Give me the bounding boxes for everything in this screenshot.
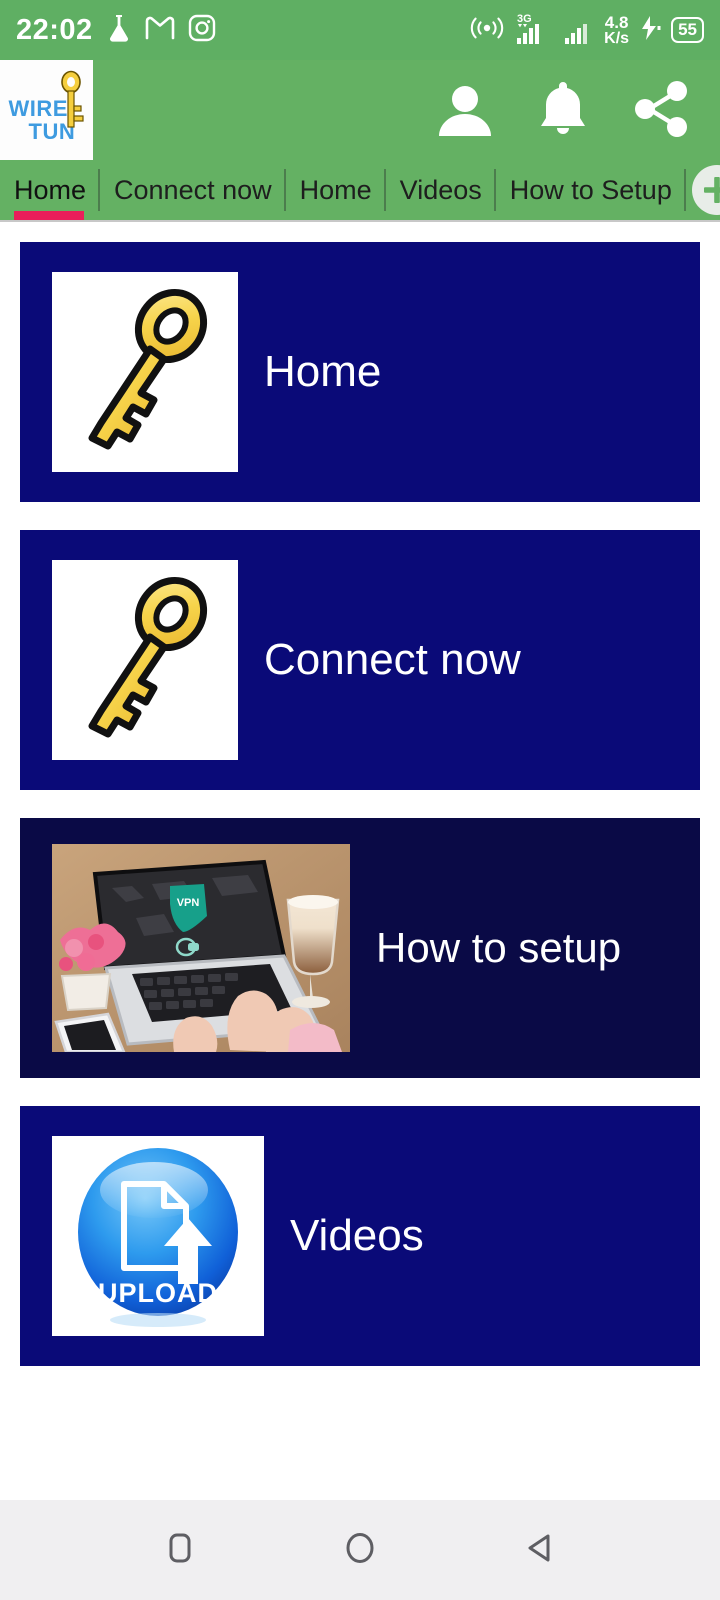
share-button[interactable] xyxy=(630,80,692,141)
share-icon xyxy=(630,80,692,141)
tab-label: Connect now xyxy=(114,174,272,205)
instagram-icon xyxy=(188,14,216,47)
card-connect-now[interactable]: Connect now xyxy=(20,530,700,790)
tab-label: Home xyxy=(14,174,87,205)
app-bar-actions xyxy=(434,60,720,160)
app-root: 22:02 3G 4.8 K/s 55 WIRE TUN Home Connec… xyxy=(0,0,720,1600)
vpn-laptop-photo: VPN xyxy=(52,844,350,1052)
gold-key-image xyxy=(52,272,238,472)
active-tab-indicator xyxy=(14,211,84,220)
svg-text:VPN: VPN xyxy=(177,897,200,909)
status-clock: 22:02 xyxy=(16,13,93,46)
upload-sphere-image: UPLOAD xyxy=(52,1136,264,1336)
signal-3g-icon: 3G xyxy=(516,11,554,50)
tab-label: Home xyxy=(299,174,372,205)
add-tab-button[interactable] xyxy=(686,160,720,220)
card-home[interactable]: Home xyxy=(20,242,700,502)
tab-bar: Home Connect now Home Videos How to Setu… xyxy=(0,160,720,222)
tab-videos[interactable]: Videos xyxy=(386,160,496,220)
notifications-icon xyxy=(534,78,592,143)
card-label: Connect now xyxy=(264,634,521,684)
android-nav-bar xyxy=(0,1500,720,1600)
card-label: How to setup xyxy=(376,923,622,971)
card-list: Home Connect now VPN How to setup UPLOAD… xyxy=(0,222,720,1500)
tab-label: How to Setup xyxy=(509,174,672,205)
key-icon xyxy=(57,70,85,139)
notifications-button[interactable] xyxy=(534,78,592,143)
recents-button[interactable] xyxy=(160,1528,200,1573)
gmail-icon xyxy=(145,15,175,46)
app-logo[interactable]: WIRE TUN xyxy=(0,60,93,160)
square-icon xyxy=(160,1528,200,1573)
app-bar: WIRE TUN xyxy=(0,60,720,160)
flask-icon xyxy=(106,13,132,48)
tab-label: Videos xyxy=(399,174,482,205)
triangle-left-icon xyxy=(520,1528,560,1573)
battery-indicator: 55 xyxy=(671,16,704,44)
card-videos[interactable]: UPLOAD Videos xyxy=(20,1106,700,1366)
svg-text:UPLOAD: UPLOAD xyxy=(98,1278,218,1308)
profile-button[interactable] xyxy=(434,78,496,143)
tab-home[interactable]: Home xyxy=(286,160,386,220)
circle-icon xyxy=(340,1528,380,1573)
svg-text:3G: 3G xyxy=(517,13,532,25)
tab-divider xyxy=(683,169,686,211)
tab-connect-now[interactable]: Connect now xyxy=(100,160,286,220)
profile-icon xyxy=(434,78,496,143)
hotspot-icon xyxy=(468,15,506,46)
status-bar-left: 22:02 xyxy=(16,13,216,48)
gold-key-image xyxy=(52,560,238,760)
status-bar: 22:02 3G 4.8 K/s 55 xyxy=(0,0,720,60)
card-how-to-setup[interactable]: VPN How to setup xyxy=(20,818,700,1078)
signal-icon xyxy=(564,11,594,50)
card-label: Videos xyxy=(290,1210,424,1260)
card-label: Home xyxy=(264,346,382,396)
status-bar-right: 3G 4.8 K/s 55 xyxy=(468,11,704,50)
charging-bolt-icon xyxy=(639,15,661,46)
network-speed-unit: K/s xyxy=(604,29,630,47)
plus-icon xyxy=(691,165,720,215)
tab-how-to-setup[interactable]: How to Setup xyxy=(496,160,686,220)
home-button[interactable] xyxy=(340,1528,380,1573)
network-speed: 4.8 K/s xyxy=(604,14,629,47)
back-button[interactable] xyxy=(520,1528,560,1573)
network-speed-value: 4.8 xyxy=(604,12,629,32)
